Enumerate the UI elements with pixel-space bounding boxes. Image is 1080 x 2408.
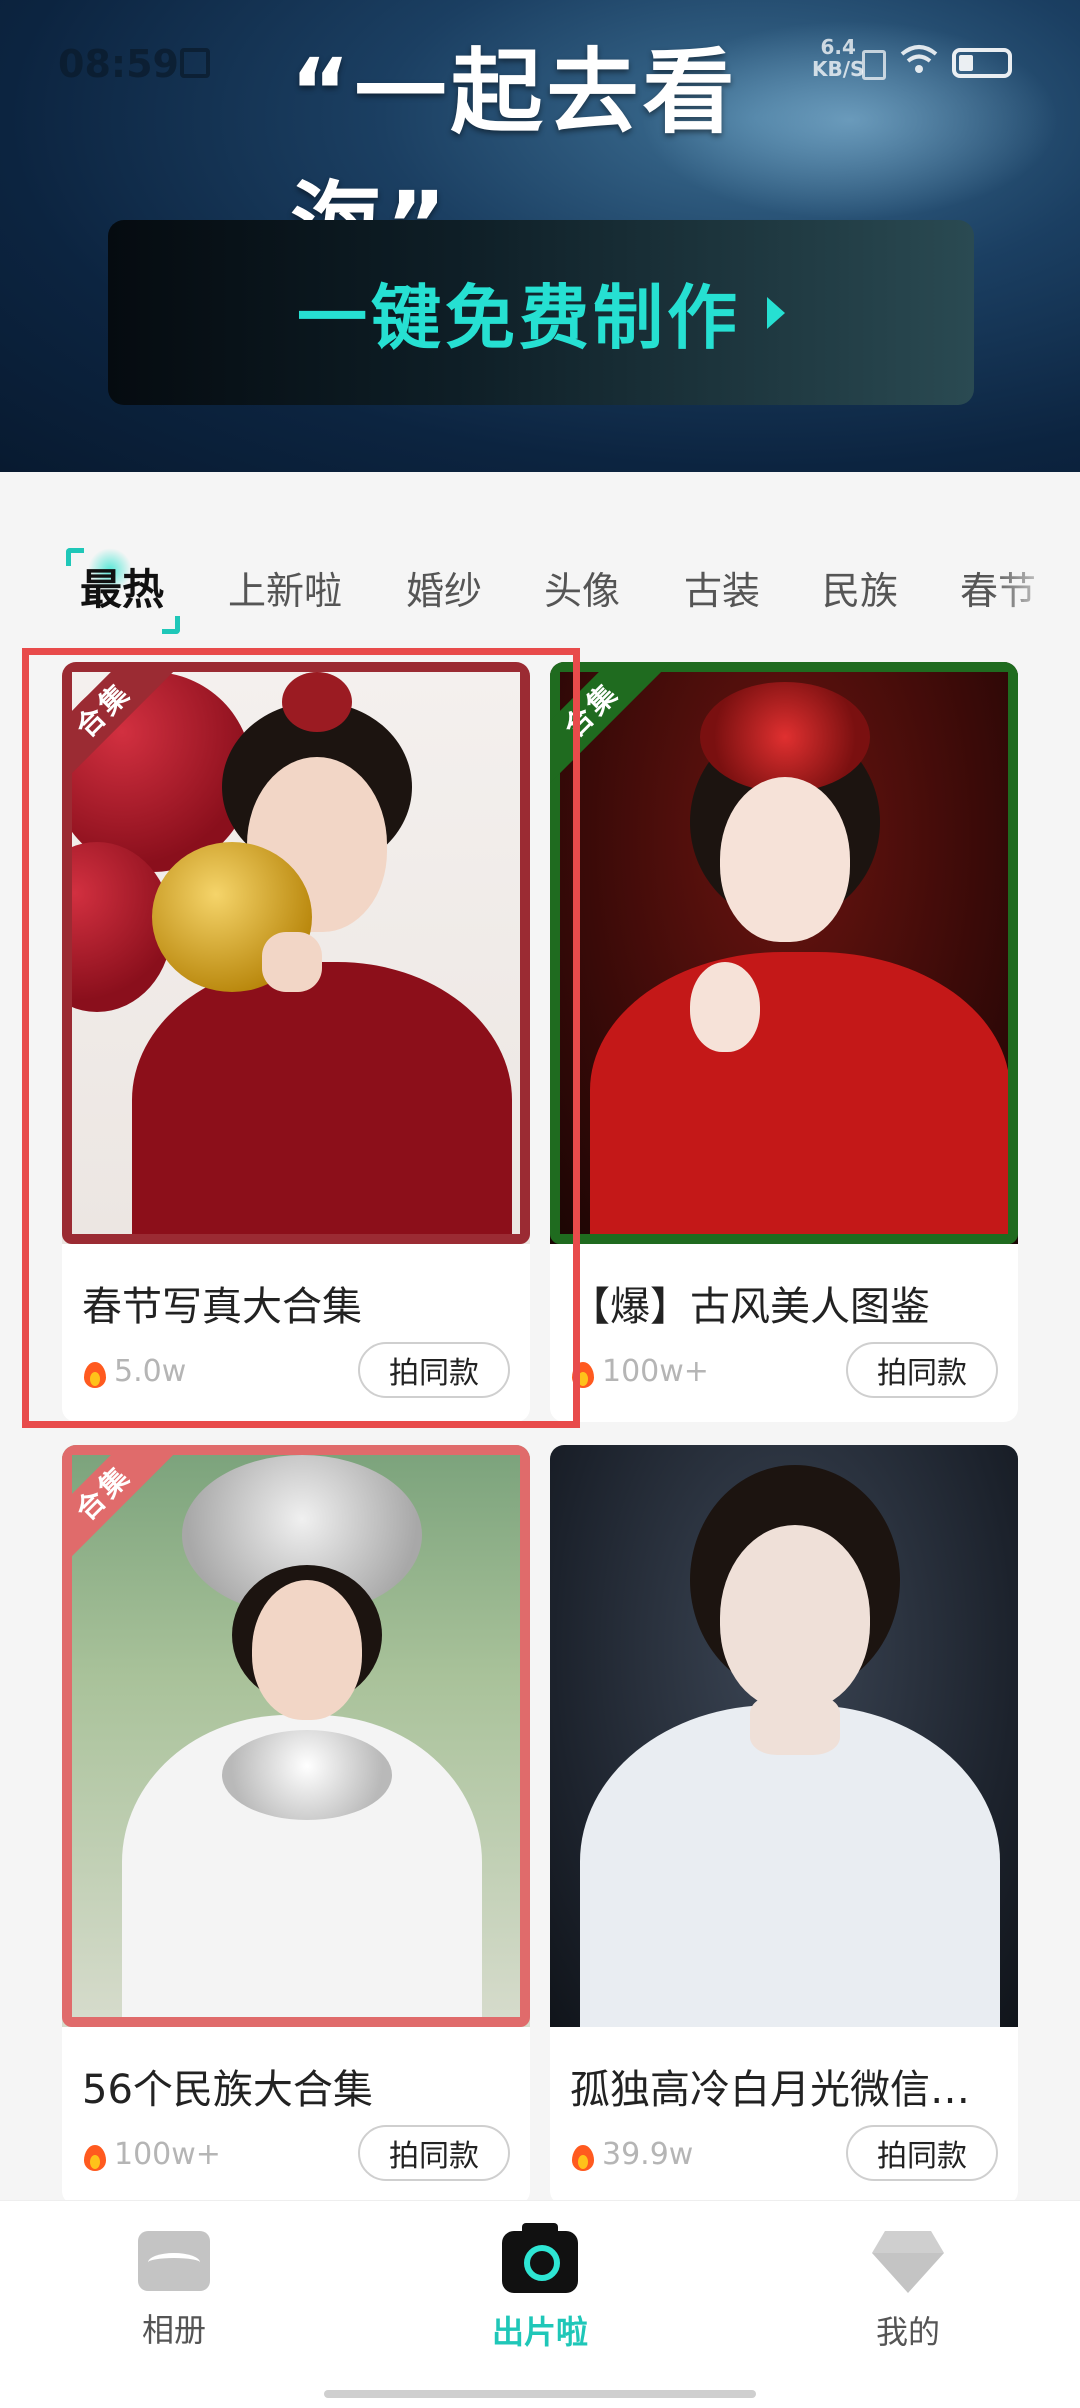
gem-icon [872, 2231, 944, 2293]
sim-icon [862, 50, 886, 80]
battery-icon [952, 48, 1012, 78]
network-speed-unit: KB/S [812, 57, 865, 81]
free-create-button[interactable]: 一键免费制作 [108, 220, 974, 405]
nav-create[interactable]: 出片啦 [440, 2223, 640, 2353]
card-meta: 39.9w [570, 2137, 693, 2172]
card-56-ethnic-collection[interactable]: 合集 56个民族大合集 100w+ 拍同款 [62, 1445, 530, 2205]
card-meta: 5.0w [82, 1354, 186, 1389]
card-photo: 合集 [62, 662, 530, 1244]
shoot-same-button[interactable]: 拍同款 [846, 1342, 998, 1398]
card-ancient-beauty[interactable]: 合集 【爆】古风美人图鉴 100w+ 拍同款 [550, 662, 1018, 1422]
collection-badge: 合集 [550, 662, 679, 797]
fire-icon [82, 2139, 108, 2171]
nav-mine-label: 我的 [875, 2313, 940, 2351]
bottom-nav: 相册 出片啦 我的 [0, 2200, 1080, 2408]
fire-icon [570, 1356, 596, 1388]
status-bar: 08:59 6.4 KB/S [0, 0, 1080, 125]
tab-avatar[interactable]: 头像 [544, 560, 620, 615]
nav-album-label: 相册 [141, 2311, 206, 2349]
card-meta: 100w+ [570, 1354, 709, 1389]
free-create-label: 一键免费制作 [297, 277, 741, 359]
tab-hot[interactable]: 最热 [80, 556, 164, 617]
card-photo: 合集 [62, 1445, 530, 2027]
play-arrow-icon [767, 296, 785, 329]
hot-count: 39.9w [602, 2137, 694, 2172]
tab-ethnic[interactable]: 民族 [822, 560, 898, 615]
card-spring-festival-collection[interactable]: 合集 春节写真大合集 5.0w 拍同款 [62, 662, 530, 1422]
notification-icon [180, 48, 210, 78]
wifi-icon [900, 45, 938, 73]
home-indicator[interactable] [324, 2390, 756, 2398]
card-meta: 100w+ [82, 2137, 221, 2172]
fire-icon [570, 2139, 596, 2171]
tab-new[interactable]: 上新啦 [228, 560, 342, 615]
nav-create-label: 出片啦 [491, 2313, 588, 2351]
card-photo [550, 1445, 1018, 2027]
tab-wedding[interactable]: 婚纱 [406, 560, 482, 615]
top-banner[interactable]: “一起去看海” 08:59 6.4 KB/S 一键免费制作 [0, 0, 1080, 472]
fire-icon [82, 1356, 108, 1388]
album-icon [138, 2231, 210, 2291]
hot-count: 5.0w [114, 1354, 187, 1389]
hot-count: 100w+ [602, 1354, 709, 1389]
nav-mine[interactable]: 我的 [808, 2231, 1008, 2353]
hot-count: 100w+ [114, 2137, 221, 2172]
card-photo: 合集 [550, 662, 1018, 1244]
shoot-same-button[interactable]: 拍同款 [846, 2125, 998, 2181]
status-time: 08:59 [58, 42, 179, 86]
collection-badge: 合集 [62, 1445, 191, 1580]
tabs-fade [990, 540, 1080, 650]
card-white-moonlight[interactable]: 孤独高冷白月光微信… 39.9w 拍同款 [550, 1445, 1018, 2205]
card-title: 【爆】古风美人图鉴 [570, 1284, 930, 1330]
shoot-same-button[interactable]: 拍同款 [358, 1342, 510, 1398]
camera-icon [502, 2223, 578, 2293]
shoot-same-button[interactable]: 拍同款 [358, 2125, 510, 2181]
card-title: 春节写真大合集 [82, 1284, 362, 1330]
category-tabs: 最热 上新啦 婚纱 头像 古装 民族 春节 [0, 540, 1080, 650]
tab-ancient-costume[interactable]: 古装 [684, 560, 760, 615]
card-title: 56个民族大合集 [82, 2067, 373, 2113]
nav-album[interactable]: 相册 [74, 2231, 274, 2351]
network-speed-value: 6.4 [820, 35, 856, 59]
card-title: 孤独高冷白月光微信… [570, 2067, 970, 2113]
network-speed: 6.4 KB/S [812, 36, 864, 80]
